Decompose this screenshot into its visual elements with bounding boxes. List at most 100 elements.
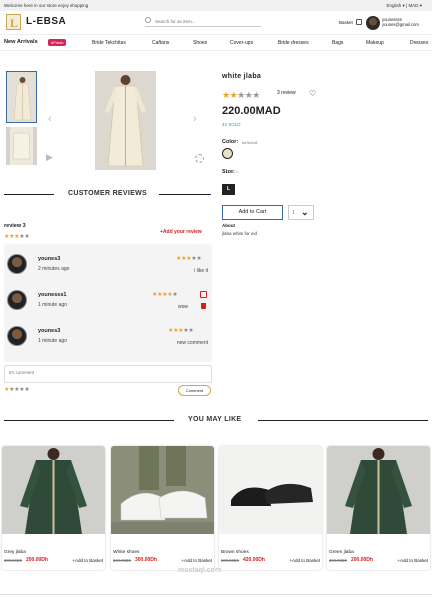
jlaba-image-large (95, 71, 156, 170)
product-card[interactable]: Green jlaba 300.00Dh 200.00Dh +Add to Ba… (327, 446, 430, 570)
comment-input[interactable] (9, 370, 159, 375)
review-count[interactable]: 3 review (277, 90, 296, 96)
add-review-link[interactable]: +Add your review (160, 229, 202, 235)
about-title: About (222, 223, 235, 228)
reviewer-name: younes3 (38, 256, 61, 262)
nav-item-bride-tekchitas[interactable]: Bride Tekchitas (92, 40, 126, 46)
card-product-name: Brown shoes (221, 550, 249, 555)
review-comment: wow (177, 304, 188, 310)
trash-icon[interactable] (201, 303, 206, 309)
jlaba-image (7, 72, 36, 122)
add-to-cart-button[interactable]: Add to Cart (222, 205, 283, 220)
card-product-name: Grey jlaba (4, 550, 26, 555)
color-code: #e9e2c8 (242, 140, 258, 145)
avatar[interactable] (366, 16, 380, 30)
add-to-basket-button[interactable]: +Add to Basket (181, 558, 212, 563)
nav-item-shoes[interactable]: Shoes (193, 40, 207, 46)
nav-item-makeup[interactable]: Makeup (366, 40, 384, 46)
add-to-basket-button[interactable]: +Add to Basket (397, 558, 428, 563)
search-icon[interactable] (145, 17, 151, 23)
nav-item-caftans[interactable]: Caftans (152, 40, 169, 46)
edit-icon[interactable] (200, 291, 207, 298)
reviewer-avatar (7, 326, 27, 346)
expand-icon[interactable] (195, 154, 204, 163)
card-price: 200.00Dh (26, 557, 48, 563)
header: L L-EBSA Basket younessss younes@gmail.c… (0, 11, 432, 35)
color-swatch[interactable] (222, 148, 233, 159)
play-icon[interactable]: ▶ (46, 152, 53, 163)
new-rating-stars[interactable]: ★★★★★ (4, 386, 30, 393)
main-product-image[interactable] (95, 71, 156, 170)
sold-count: 42 SOLD (222, 122, 241, 127)
grey-jlaba-image (2, 446, 105, 534)
review-stars: ★★★★★ (152, 292, 178, 298)
card-price: 200.00Dh (351, 557, 373, 563)
quantity-value: 1 (292, 210, 295, 216)
heart-icon[interactable]: ♡ (309, 89, 316, 98)
add-to-basket-button[interactable]: +Add to Basket (72, 558, 103, 563)
card-product-name: White shoes (113, 550, 140, 555)
thumbnail-1[interactable] (6, 71, 37, 123)
review-item: younes3 1 minute ago ★★★★★ new comment (4, 318, 212, 354)
size-option-l[interactable]: L (222, 184, 235, 195)
product-rating-stars: ★★★★★ (222, 90, 260, 100)
review-time: 1 minute ago (38, 302, 67, 308)
brown-shoes-image (219, 446, 322, 534)
product-card[interactable]: Grey jlaba 300.00Dh 200.00Dh +Add to Bas… (2, 446, 105, 570)
top-bar: Welcome here in our store enjoy shopping… (0, 0, 432, 11)
about-text: jlaba white for eid (222, 231, 258, 236)
fresh-badge: #Fresh (48, 39, 67, 46)
divider (159, 194, 211, 195)
search-input[interactable] (155, 16, 255, 26)
divider (258, 420, 428, 421)
category-nav: New Arrivals #Fresh Bride Tekchitas Caft… (0, 35, 432, 51)
nav-new-arrivals[interactable]: New Arrivals (4, 39, 38, 45)
review-item: younes3 2 minutes ago ★★★★★ i like it (4, 246, 212, 282)
watermark: mostaql.com (178, 567, 222, 574)
you-may-like-title: YOU MAY LIKE (188, 416, 242, 423)
nav-item-cover-ups[interactable]: Cover-ups (230, 40, 253, 46)
review-count-header: review 3 (4, 223, 26, 229)
nav-item-dresses[interactable]: Dresses (410, 40, 428, 46)
quantity-select[interactable]: 1 ⌄ (288, 205, 314, 220)
basket-link[interactable]: Basket (339, 20, 353, 25)
prev-arrow-icon[interactable]: ‹ (48, 113, 52, 125)
nav-item-bags[interactable]: Bags (332, 40, 343, 46)
logo-icon[interactable]: L (6, 14, 21, 30)
card-price: 420.00Dh (243, 557, 265, 563)
size-label: Size: L (222, 169, 239, 175)
nav-item-bride-dresses[interactable]: Bride dresses (278, 40, 309, 46)
white-shoes-image (111, 446, 214, 534)
review-time: 2 minutes ago (38, 266, 70, 272)
basket-icon[interactable] (356, 19, 362, 25)
review-comment: new comment (176, 340, 208, 346)
reviewer-avatar (7, 290, 27, 310)
product-price: 220.00MAD (222, 105, 281, 117)
product-card[interactable]: White shoes 500.00Dh 300.00Dh +Add to Ba… (111, 446, 214, 570)
card-old-price: 300.00Dh (4, 558, 23, 563)
comment-box (4, 365, 212, 383)
review-item: younesss1 1 minute ago ★★★★★ wow (4, 282, 212, 318)
welcome-text: Welcome here in our store enjoy shopping (4, 3, 89, 8)
review-stars: ★★★★★ (176, 256, 202, 262)
card-old-price: 300.00Dh (329, 558, 348, 563)
review-time: 1 minute ago (38, 338, 67, 344)
card-product-name: Green jlaba (329, 550, 354, 555)
card-price: 300.00Dh (135, 557, 157, 563)
card-old-price: 500.00Dh (221, 558, 240, 563)
next-arrow-icon[interactable]: › (193, 113, 197, 125)
divider (4, 194, 54, 195)
user-info[interactable]: younessss younes@gmail.com (382, 17, 419, 27)
language-currency-selector[interactable]: English ▾ | MAD ▾ (387, 3, 422, 9)
search-bar (145, 16, 261, 27)
logo-text[interactable]: L-EBSA (26, 16, 66, 27)
product-card[interactable]: Brown shoes 500.00Dh 420.00Dh +Add to Ba… (219, 446, 322, 570)
add-to-basket-button[interactable]: +Add to Basket (289, 558, 320, 563)
product-title: white jlaba (222, 73, 262, 80)
comment-button[interactable]: Comment (178, 385, 211, 396)
user-email: younes@gmail.com (382, 22, 419, 27)
average-rating-stars: ★★★★★ (4, 234, 30, 240)
thumbnail-2[interactable] (6, 127, 37, 165)
reviewer-name: younesss1 (38, 292, 67, 298)
divider (0, 594, 432, 595)
